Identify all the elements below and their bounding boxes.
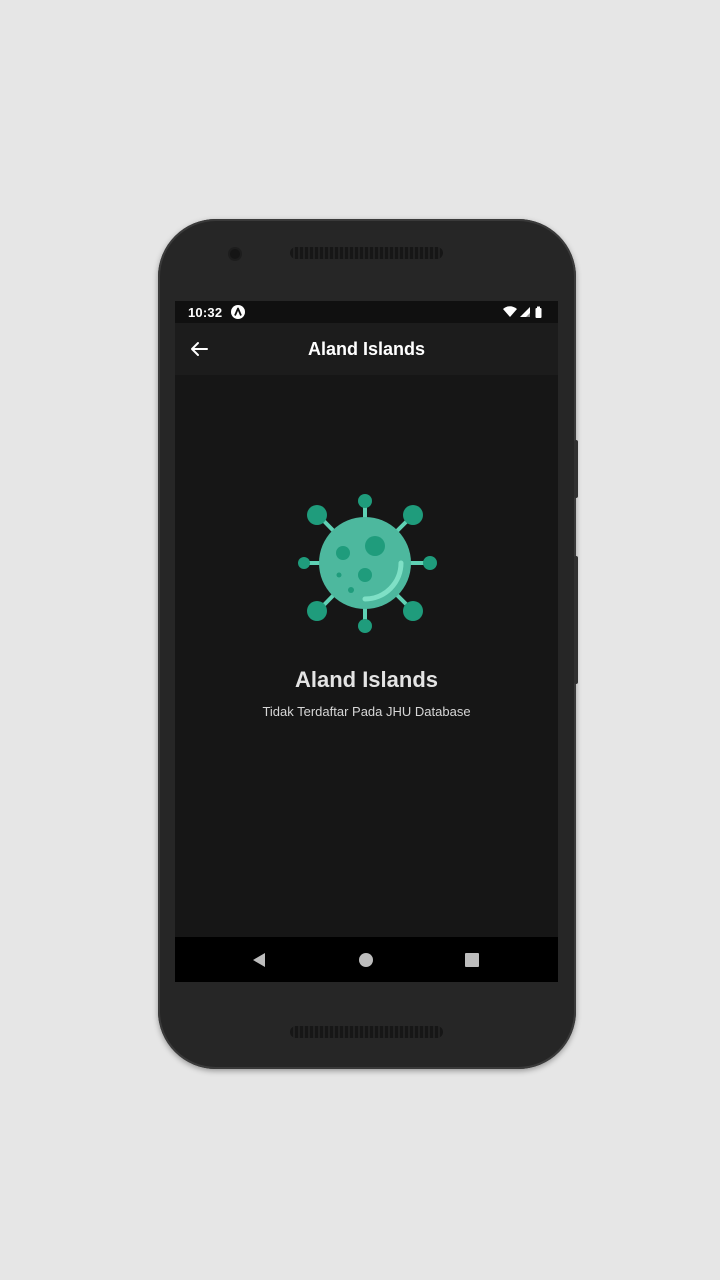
top-speaker — [290, 247, 443, 259]
virus-icon — [295, 493, 437, 635]
app-notification-icon — [231, 305, 245, 319]
volume-button — [574, 440, 578, 498]
nav-recents-button[interactable] — [461, 949, 483, 971]
status-icons — [502, 305, 548, 319]
app-bar: Aland Islands — [175, 323, 558, 375]
battery-icon — [535, 306, 542, 318]
status-time: 10:32 — [188, 305, 223, 320]
main-content: Aland Islands Tidak Terdaftar Pada JHU D… — [175, 375, 558, 937]
nav-home-button[interactable] — [355, 949, 377, 971]
front-camera — [230, 249, 240, 259]
screen: 10:32 Aland Islands Aland Islands Tidak … — [175, 301, 558, 982]
page-title: Aland Islands — [307, 339, 426, 359]
signal-icon — [520, 307, 530, 317]
status-bar: 10:32 — [175, 301, 558, 323]
bottom-speaker — [290, 1026, 443, 1038]
back-triangle-icon — [253, 953, 265, 967]
wifi-icon — [503, 306, 517, 317]
navigation-bar — [175, 937, 558, 982]
recents-square-icon — [465, 953, 479, 967]
nav-back-button[interactable] — [248, 949, 270, 971]
home-circle-icon — [359, 953, 373, 967]
country-status-text: Tidak Terdaftar Pada JHU Database — [262, 704, 471, 719]
country-name: Aland Islands — [294, 667, 439, 692]
power-button — [574, 556, 578, 684]
